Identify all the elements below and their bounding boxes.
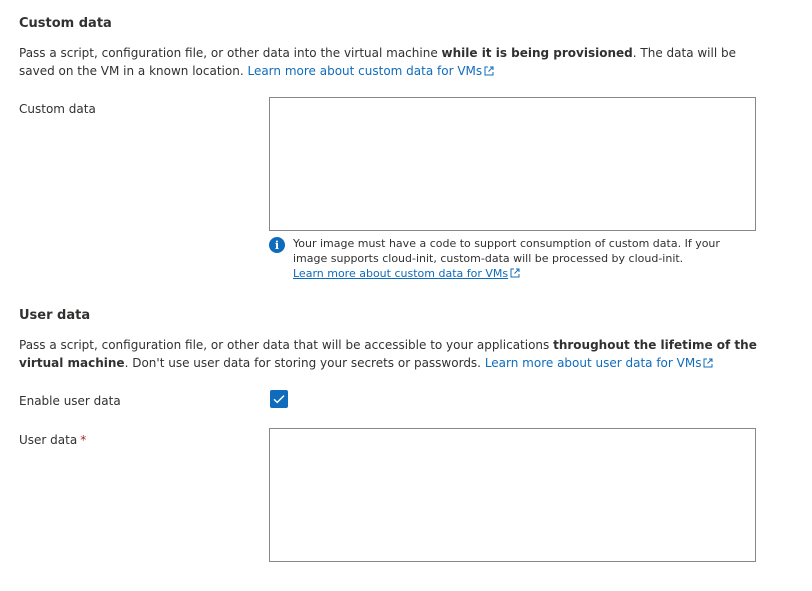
user-data-description: Pass a script, configuration file, or ot… bbox=[19, 336, 759, 372]
user-data-learn-more-link[interactable]: Learn more about user data for VMs bbox=[485, 356, 714, 370]
user-data-heading: User data bbox=[19, 308, 91, 323]
enable-user-data-label: Enable user data bbox=[19, 394, 121, 408]
user-data-field-label-text: User data bbox=[19, 433, 78, 447]
required-marker: * bbox=[80, 433, 87, 447]
enable-user-data-checkbox[interactable] bbox=[270, 390, 288, 408]
custom-data-description-text: Pass a script, configuration file, or ot… bbox=[19, 46, 442, 60]
custom-data-description: Pass a script, configuration file, or ot… bbox=[19, 44, 759, 80]
custom-data-info-message: Your image must have a code to support c… bbox=[293, 236, 723, 281]
custom-data-learn-more-link[interactable]: Learn more about custom data for VMs bbox=[247, 64, 494, 78]
custom-data-heading: Custom data bbox=[19, 16, 112, 31]
external-link-icon bbox=[484, 66, 494, 76]
external-link-icon bbox=[510, 268, 520, 278]
checkmark-icon bbox=[273, 395, 285, 404]
user-data-learn-more-label: Learn more about user data for VMs bbox=[484, 356, 702, 370]
custom-data-learn-more-label: Learn more about custom data for VMs bbox=[247, 64, 483, 78]
user-data-textarea[interactable] bbox=[269, 428, 756, 562]
custom-data-info-text: Your image must have a code to support c… bbox=[293, 237, 720, 265]
custom-data-description-emphasis: while it is being provisioned bbox=[441, 46, 633, 60]
user-data-field-label: User data * bbox=[19, 433, 86, 447]
custom-data-field-label: Custom data bbox=[19, 102, 96, 116]
custom-data-textarea[interactable] bbox=[269, 97, 756, 231]
info-icon: i bbox=[269, 237, 285, 253]
user-data-description-text-end: . Don't use user data for storing your s… bbox=[124, 356, 485, 370]
custom-data-info-learn-more-link[interactable]: Learn more about custom data for VMs bbox=[293, 267, 508, 280]
custom-data-info-link-label: Learn more about custom data for VMs bbox=[293, 267, 509, 280]
user-data-description-text: Pass a script, configuration file, or ot… bbox=[19, 338, 554, 352]
external-link-icon bbox=[703, 358, 713, 368]
